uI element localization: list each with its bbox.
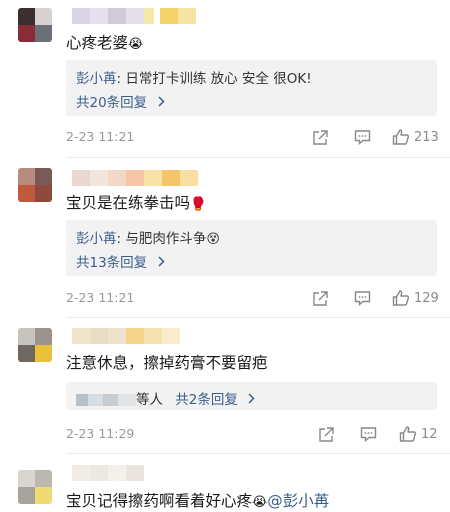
share-icon — [313, 290, 328, 306]
divider — [66, 317, 450, 318]
comment-meta: 2-23 11:21 129 — [66, 288, 439, 308]
reply-preview[interactable]: 彭小苒: 与肥肉作斗争😵 — [76, 227, 220, 247]
dizzy-emoji-icon: 😵 — [206, 232, 220, 247]
comment-body: 心疼老婆 — [66, 34, 129, 52]
like-count: 129 — [414, 290, 439, 306]
username-blurred[interactable] — [72, 170, 198, 186]
comment-meta: 2-23 11:21 213 — [66, 127, 439, 147]
comment-text: 注意休息，擦掉药膏不要留疤 — [66, 351, 268, 373]
comment-body: 宝贝是在练拳击吗 — [66, 194, 191, 212]
comment-text: 宝贝记得擦药啊看着好心疼😭@彭小苒 — [66, 489, 329, 511]
comment-icon — [354, 291, 371, 306]
reply-preview[interactable]: 彭小苒: 日常打卡训练 放心 安全 很OK! — [76, 67, 312, 87]
comment-2: 宝贝是在练拳击吗🥊 彭小苒: 与肥肉作斗争😵 共13条回复 2-23 11:21… — [0, 160, 450, 320]
view-replies-link[interactable]: 共13条回复 — [76, 251, 166, 271]
like-button[interactable]: 213 — [392, 127, 439, 147]
avatar[interactable] — [18, 8, 52, 42]
divider — [66, 157, 450, 158]
timestamp: 2-23 11:29 — [66, 426, 135, 441]
share-icon — [313, 129, 328, 145]
comment-body: 宝贝记得擦药啊看着好心疼 — [66, 492, 253, 510]
share-button[interactable] — [312, 127, 329, 147]
comment-1: 心疼老婆😭 彭小苒: 日常打卡训练 放心 安全 很OK! 共20条回复 2-23… — [0, 0, 450, 160]
like-button[interactable]: 12 — [399, 424, 438, 444]
comment-button[interactable] — [354, 127, 371, 147]
comment-icon — [354, 130, 371, 145]
reply-count-label[interactable]: 共20条回复 — [76, 95, 147, 111]
boxing-glove-emoji-icon: 🥊 — [190, 197, 207, 212]
comment-3: 注意休息，擦掉药膏不要留疤 等人 共2条回复 2-23 11:29 12 — [0, 320, 450, 455]
comment-icon — [360, 427, 377, 442]
divider — [66, 453, 450, 454]
like-button[interactable]: 129 — [392, 288, 439, 308]
thumbs-up-icon — [399, 426, 417, 442]
share-icon — [319, 426, 334, 442]
chevron-right-icon — [157, 95, 166, 111]
comment-4: 宝贝记得擦药啊看着好心疼😭@彭小苒 — [0, 455, 450, 512]
like-count: 12 — [421, 426, 438, 442]
thumbs-up-icon — [392, 129, 410, 145]
reply-text: : 与肥肉作斗争 — [116, 231, 207, 247]
reply-box[interactable]: 等人 共2条回复 — [66, 382, 437, 410]
thumbs-up-icon — [392, 290, 410, 306]
username-blurred[interactable] — [72, 465, 144, 481]
chevron-right-icon — [247, 392, 255, 408]
reply-users-blurred — [76, 394, 136, 406]
share-button[interactable] — [312, 288, 329, 308]
reply-count-label[interactable]: 共2条回复 — [175, 392, 238, 408]
timestamp: 2-23 11:21 — [66, 129, 135, 144]
comment-text: 心疼老婆😭 — [66, 31, 143, 53]
reply-author[interactable]: 彭小苒 — [76, 231, 117, 247]
comment-button[interactable] — [360, 424, 377, 444]
reply-count-label[interactable]: 共13条回复 — [76, 255, 147, 271]
crying-emoji-icon: 😭 — [128, 37, 144, 52]
avatar[interactable] — [18, 168, 52, 202]
reply-text: : 日常打卡训练 放心 安全 很OK! — [116, 71, 312, 87]
username-blurred[interactable] — [72, 328, 180, 344]
like-count: 213 — [414, 129, 439, 145]
reply-box[interactable]: 彭小苒: 日常打卡训练 放心 安全 很OK! 共20条回复 — [66, 60, 437, 116]
avatar[interactable] — [18, 328, 52, 362]
reply-author[interactable]: 彭小苒 — [76, 71, 117, 87]
comment-button[interactable] — [354, 288, 371, 308]
view-replies-link[interactable]: 共20条回复 — [76, 91, 166, 111]
comment-body: 注意休息，擦掉药膏不要留疤 — [66, 354, 268, 372]
crying-emoji-icon: 😭 — [252, 495, 268, 510]
mention-link[interactable]: @彭小苒 — [267, 492, 329, 510]
username-blurred[interactable] — [72, 8, 196, 24]
comment-text: 宝贝是在练拳击吗🥊 — [66, 191, 206, 213]
comment-meta: 2-23 11:29 12 — [66, 424, 438, 444]
share-button[interactable] — [318, 424, 335, 444]
reply-preview[interactable]: 等人 共2条回复 — [76, 388, 255, 408]
avatar[interactable] — [18, 470, 52, 504]
timestamp: 2-23 11:21 — [66, 290, 135, 305]
chevron-right-icon — [157, 255, 166, 271]
reply-users-suffix: 等人 — [136, 392, 163, 408]
reply-box[interactable]: 彭小苒: 与肥肉作斗争😵 共13条回复 — [66, 220, 437, 276]
